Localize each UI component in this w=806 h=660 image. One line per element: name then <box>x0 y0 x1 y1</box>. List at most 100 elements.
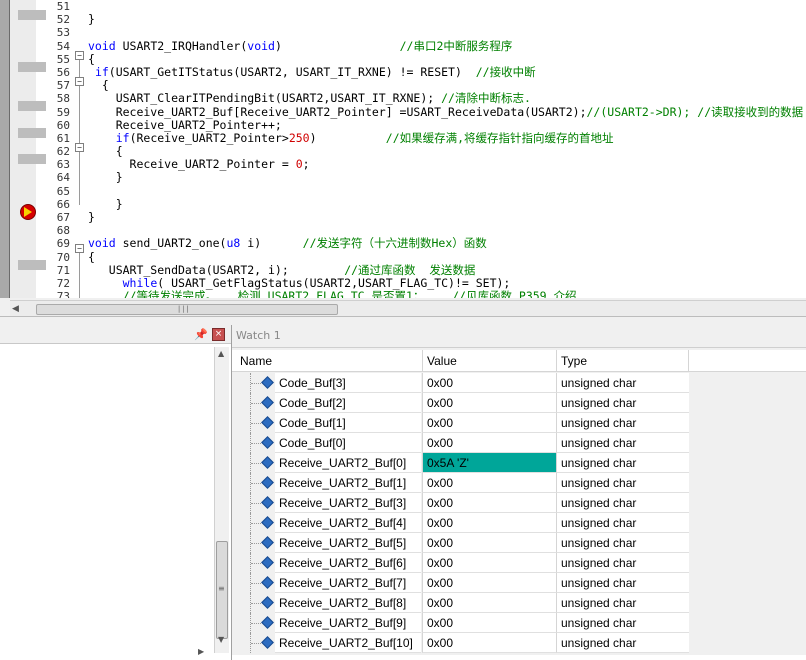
watch-value-cell[interactable]: 0x00 <box>422 513 556 533</box>
watch-value-cell[interactable]: 0x00 <box>422 413 556 433</box>
column-header-value[interactable]: Value <box>427 354 457 368</box>
watch-name-cell[interactable]: Receive_UART2_Buf[10] <box>275 633 421 653</box>
scroll-left-icon[interactable]: ◀ <box>12 304 19 314</box>
fold-toggle[interactable]: − <box>75 244 84 253</box>
watch-name-cell[interactable]: Receive_UART2_Buf[6] <box>275 553 421 573</box>
watch-name-cell[interactable]: Receive_UART2_Buf[7] <box>275 573 421 593</box>
code-line[interactable] <box>88 185 806 198</box>
watch-value-cell[interactable]: 0x00 <box>422 493 556 513</box>
scrollbar-thumb[interactable]: ≡ <box>216 541 228 639</box>
fold-toggle[interactable]: − <box>75 51 84 60</box>
watch-value-cell[interactable]: 0x00 <box>422 533 556 553</box>
watch-name-cell[interactable]: Code_Buf[2] <box>275 393 421 413</box>
watch-row[interactable]: Receive_UART2_Buf[5] 0x00 unsigned char <box>232 533 806 553</box>
code-line[interactable]: } <box>88 12 806 26</box>
watch-value-cell[interactable]: 0x00 <box>422 373 556 393</box>
watch-row[interactable]: Receive_UART2_Buf[8] 0x00 unsigned char <box>232 593 806 613</box>
watch-empty-cell <box>689 593 806 613</box>
variable-icon <box>261 476 274 489</box>
code-line[interactable] <box>88 0 806 13</box>
watch-value-cell[interactable]: 0x00 <box>422 553 556 573</box>
fold-column[interactable]: − − − − <box>72 0 86 298</box>
code-line[interactable]: Receive_UART2_Pointer = 0; <box>88 158 806 171</box>
code-line[interactable]: //等待发送完成。 检测 USART2_FLAG_TC 是否置1； //见库函数… <box>88 290 806 298</box>
line-number: 62 <box>56 145 70 159</box>
code-line[interactable]: } <box>88 210 806 224</box>
tree-connector <box>251 643 261 645</box>
watch-name-cell[interactable]: Receive_UART2_Buf[4] <box>275 513 421 533</box>
line-number: 61 <box>56 131 70 145</box>
code-line[interactable]: } <box>88 197 806 211</box>
scroll-down-icon[interactable]: ▼ <box>218 635 224 644</box>
tree-connector <box>251 503 261 505</box>
left-panel-vertical-scrollbar[interactable]: ▲ ≡ ▼ <box>214 347 229 653</box>
watch-name: Code_Buf[1] <box>279 416 346 430</box>
watch-value-cell[interactable]: 0x00 <box>422 473 556 493</box>
watch-value-cell[interactable]: 0x00 <box>422 613 556 633</box>
scroll-up-icon[interactable]: ▲ <box>218 349 224 358</box>
watch-row[interactable]: Receive_UART2_Buf[10] 0x00 unsigned char <box>232 633 806 653</box>
watch-name-cell[interactable]: Receive_UART2_Buf[5] <box>275 533 421 553</box>
column-divider[interactable] <box>688 350 689 371</box>
watch-name-cell[interactable]: Receive_UART2_Buf[1] <box>275 473 421 493</box>
watch-row[interactable]: Code_Buf[0] 0x00 unsigned char <box>232 433 806 453</box>
watch-tab[interactable]: Watch 1 <box>232 325 806 348</box>
watch-value-cell[interactable]: 0x00 <box>422 573 556 593</box>
watch-value-cell[interactable]: 0x00 <box>422 633 556 653</box>
column-divider[interactable] <box>422 350 423 371</box>
watch-type-cell: unsigned char <box>556 533 689 553</box>
watch-value-cell[interactable]: 0x00 <box>422 593 556 613</box>
column-divider[interactable] <box>556 350 557 371</box>
watch-table-header: Name Value Type <box>232 350 806 372</box>
watch-name-cell[interactable]: Receive_UART2_Buf[9] <box>275 613 421 633</box>
code-line[interactable]: Receive_UART2_Buf[Receive_UART2_Pointer]… <box>88 105 806 119</box>
watch-name: Receive_UART2_Buf[9] <box>279 616 407 630</box>
editor-horizontal-scrollbar[interactable]: ◀ ||| <box>10 300 806 317</box>
code-editor[interactable]: 51 52 53 54 55 56 57 58 59 60 61 62 63 64 65 66 67 68 69 70… <box>0 0 806 298</box>
watch-row[interactable]: Receive_UART2_Buf[9] 0x00 unsigned char <box>232 613 806 633</box>
watch-name: Receive_UART2_Buf[3] <box>279 496 407 510</box>
watch-row[interactable]: Receive_UART2_Buf[6] 0x00 unsigned char <box>232 553 806 573</box>
watch-row[interactable]: Code_Buf[2] 0x00 unsigned char <box>232 393 806 413</box>
scrollbar-thumb[interactable]: ||| <box>36 304 338 315</box>
watch-name-cell[interactable]: Receive_UART2_Buf[8] <box>275 593 421 613</box>
watch-row[interactable]: Receive_UART2_Buf[7] 0x00 unsigned char <box>232 573 806 593</box>
code-line[interactable]: void USART2_IRQHandler(void) //串口2中断服务程序 <box>88 39 806 53</box>
watch-title: Watch 1 <box>236 329 281 342</box>
column-header-name[interactable]: Name <box>240 354 272 368</box>
line-number: 57 <box>56 79 70 93</box>
code-line[interactable]: if(USART_GetITStatus(USART2, USART_IT_RX… <box>88 65 806 79</box>
watch-type: unsigned char <box>561 396 637 410</box>
editor-gutter[interactable] <box>10 0 46 298</box>
watch-name-cell[interactable]: Code_Buf[1] <box>275 413 421 433</box>
watch-value-cell[interactable]: 0x00 <box>422 433 556 453</box>
variable-icon <box>261 436 274 449</box>
watch-row[interactable]: Receive_UART2_Buf[0] 0x5A 'Z' unsigned cha… <box>232 453 806 473</box>
column-header-type[interactable]: Type <box>561 354 587 368</box>
watch-value-cell[interactable]: 0x5A 'Z' <box>422 453 556 473</box>
code-line[interactable]: void send_UART2_one(u8 i) //发送字符（十六进制数He… <box>88 237 806 250</box>
code-lines[interactable]: } void USART2_IRQHandler(void) //串口2中断服务程… <box>88 0 806 298</box>
code-line[interactable]: USART_SendData(USART2, i); //通过库函数 发送数据 <box>88 263 806 277</box>
scroll-right-icon[interactable]: ▶ <box>198 647 204 656</box>
code-line[interactable]: } <box>88 171 806 184</box>
watch-name-cell[interactable]: Receive_UART2_Buf[3] <box>275 493 421 513</box>
line-number: 52 <box>56 13 70 27</box>
close-icon[interactable]: × <box>212 328 225 341</box>
watch-name-cell[interactable]: Code_Buf[0] <box>275 433 421 453</box>
watch-row[interactable]: Receive_UART2_Buf[3] 0x00 unsigned char <box>232 493 806 513</box>
fold-toggle[interactable]: − <box>75 143 84 152</box>
code-line[interactable]: { <box>88 52 806 66</box>
watch-name-cell[interactable]: Receive_UART2_Buf[0] <box>275 453 421 473</box>
code-line[interactable]: if(Receive_UART2_Pointer>250) //如果缓存满,将缓… <box>88 131 806 145</box>
pin-icon[interactable]: 📌 <box>194 328 208 341</box>
watch-value-cell[interactable]: 0x00 <box>422 393 556 413</box>
watch-row[interactable]: Code_Buf[1] 0x00 unsigned char <box>232 413 806 433</box>
watch-row[interactable]: Receive_UART2_Buf[4] 0x00 unsigned char <box>232 513 806 533</box>
fold-toggle[interactable]: − <box>75 77 84 86</box>
line-number: 64 <box>56 171 70 185</box>
gutter-mark <box>18 154 46 164</box>
watch-row[interactable]: Receive_UART2_Buf[1] 0x00 unsigned char <box>232 473 806 493</box>
watch-row[interactable]: Code_Buf[3] 0x00 unsigned char <box>232 373 806 393</box>
watch-name-cell[interactable]: Code_Buf[3] <box>275 373 421 393</box>
